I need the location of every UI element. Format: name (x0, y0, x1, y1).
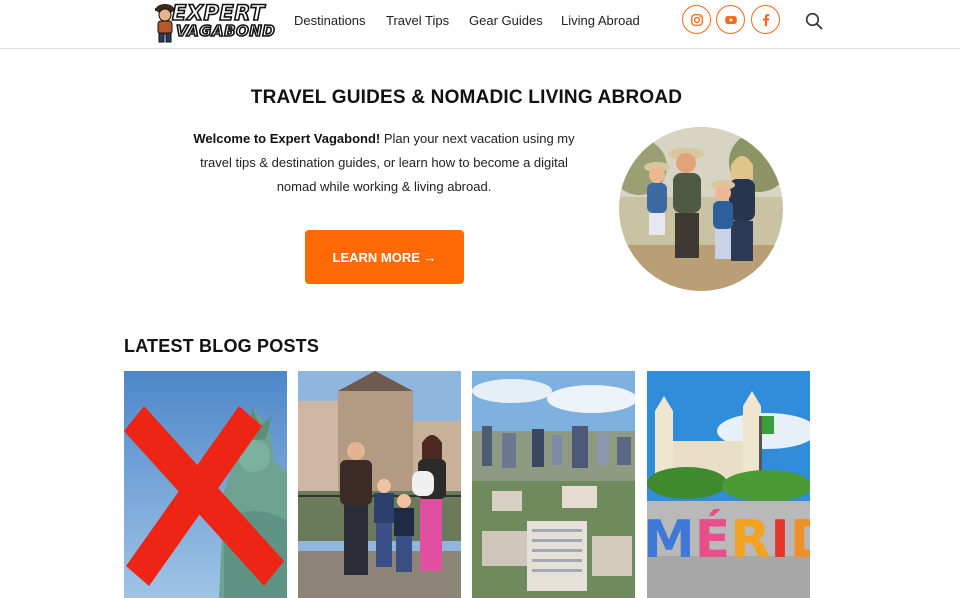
hero-title: TRAVEL GUIDES & NOMADIC LIVING ABROAD (250, 87, 683, 108)
latest-posts-heading: LATEST BLOG POSTS (124, 336, 320, 356)
nav-gear-guides[interactable]: Gear Guides (469, 13, 543, 28)
instagram-icon (690, 13, 703, 26)
site-header: EXPERT VAGABOND Destinations Travel Tips… (0, 0, 960, 49)
hero-intro-bold: Welcome to Expert Vagabond! (193, 131, 381, 146)
post-merida-sign[interactable]: MÉRID (647, 371, 810, 598)
facebook-link[interactable] (751, 5, 780, 34)
search-icon (805, 12, 823, 30)
youtube-icon (724, 15, 737, 24)
logo-text-line2: VAGABOND (175, 21, 276, 41)
merida-sign-text: MÉRID (647, 509, 810, 570)
nav-living-abroad[interactable]: Living Abroad (561, 13, 640, 28)
post-statue-of-liberty[interactable] (124, 371, 287, 598)
instagram-link[interactable] (682, 5, 711, 34)
site-logo[interactable]: EXPERT VAGABOND (150, 0, 276, 44)
nav-travel-tips[interactable]: Travel Tips (386, 13, 449, 28)
post-thumbnail-family (298, 371, 461, 598)
post-family-castle[interactable] (298, 371, 461, 598)
post-thumbnail-merida: MÉRID (647, 371, 810, 598)
learn-more-button[interactable]: LEARN MORE → (305, 230, 464, 284)
hero-intro: Welcome to Expert Vagabond! Plan your ne… (184, 127, 584, 199)
youtube-link[interactable] (716, 5, 745, 34)
family-photo (619, 127, 783, 291)
search-button[interactable] (804, 11, 824, 31)
post-city-skyline[interactable] (472, 371, 635, 598)
post-thumbnail-statue (124, 371, 287, 598)
nav-destinations[interactable]: Destinations (294, 13, 366, 28)
post-thumbnail-city (472, 371, 635, 598)
facebook-icon (762, 13, 769, 26)
